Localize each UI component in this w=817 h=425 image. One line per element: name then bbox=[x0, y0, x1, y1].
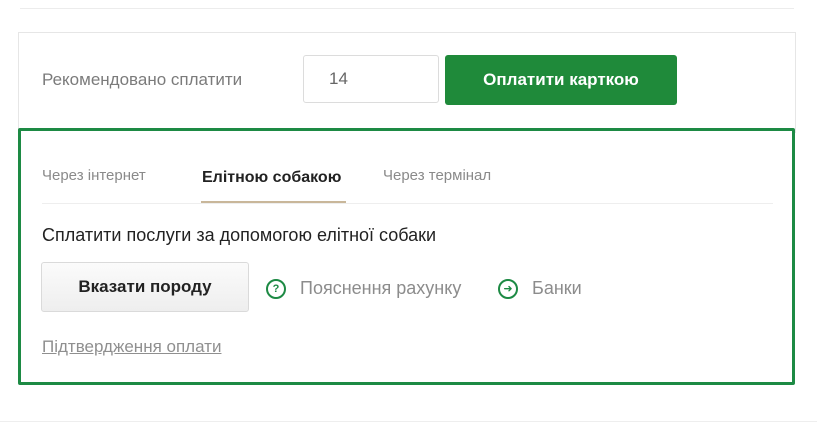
active-tab-indicator bbox=[201, 201, 346, 203]
banks-label: Банки bbox=[532, 278, 582, 298]
tab-internet[interactable]: Через інтернет bbox=[42, 167, 146, 184]
amount-input[interactable] bbox=[303, 55, 439, 103]
arrow-circle-icon: ➜ bbox=[498, 278, 518, 299]
banks-link[interactable]: ➜ Банки bbox=[498, 278, 582, 299]
bill-explanation-label: Пояснення рахунку bbox=[300, 278, 462, 298]
method-description: Сплатити послуги за допомогою елітної со… bbox=[42, 225, 437, 245]
tab-terminal[interactable]: Через термінал bbox=[383, 167, 491, 184]
specify-breed-button[interactable]: Вказати породу bbox=[41, 262, 249, 312]
bottom-divider bbox=[0, 421, 817, 422]
bill-explanation-link[interactable]: ? Пояснення рахунку bbox=[266, 278, 461, 299]
payment-tabs: Через інтернет Елітною собакою Через тер… bbox=[42, 150, 773, 204]
payment-confirmation-link[interactable]: Підтвердження оплати bbox=[42, 337, 221, 357]
previous-card-edge bbox=[20, 0, 794, 9]
pay-by-card-button[interactable]: Оплатити карткою bbox=[445, 55, 677, 105]
tab-elite-dog[interactable]: Елітною собакою bbox=[202, 169, 341, 187]
question-circle-icon: ? bbox=[266, 278, 286, 299]
recommended-label: Рекомендовано сплатити bbox=[42, 70, 243, 89]
